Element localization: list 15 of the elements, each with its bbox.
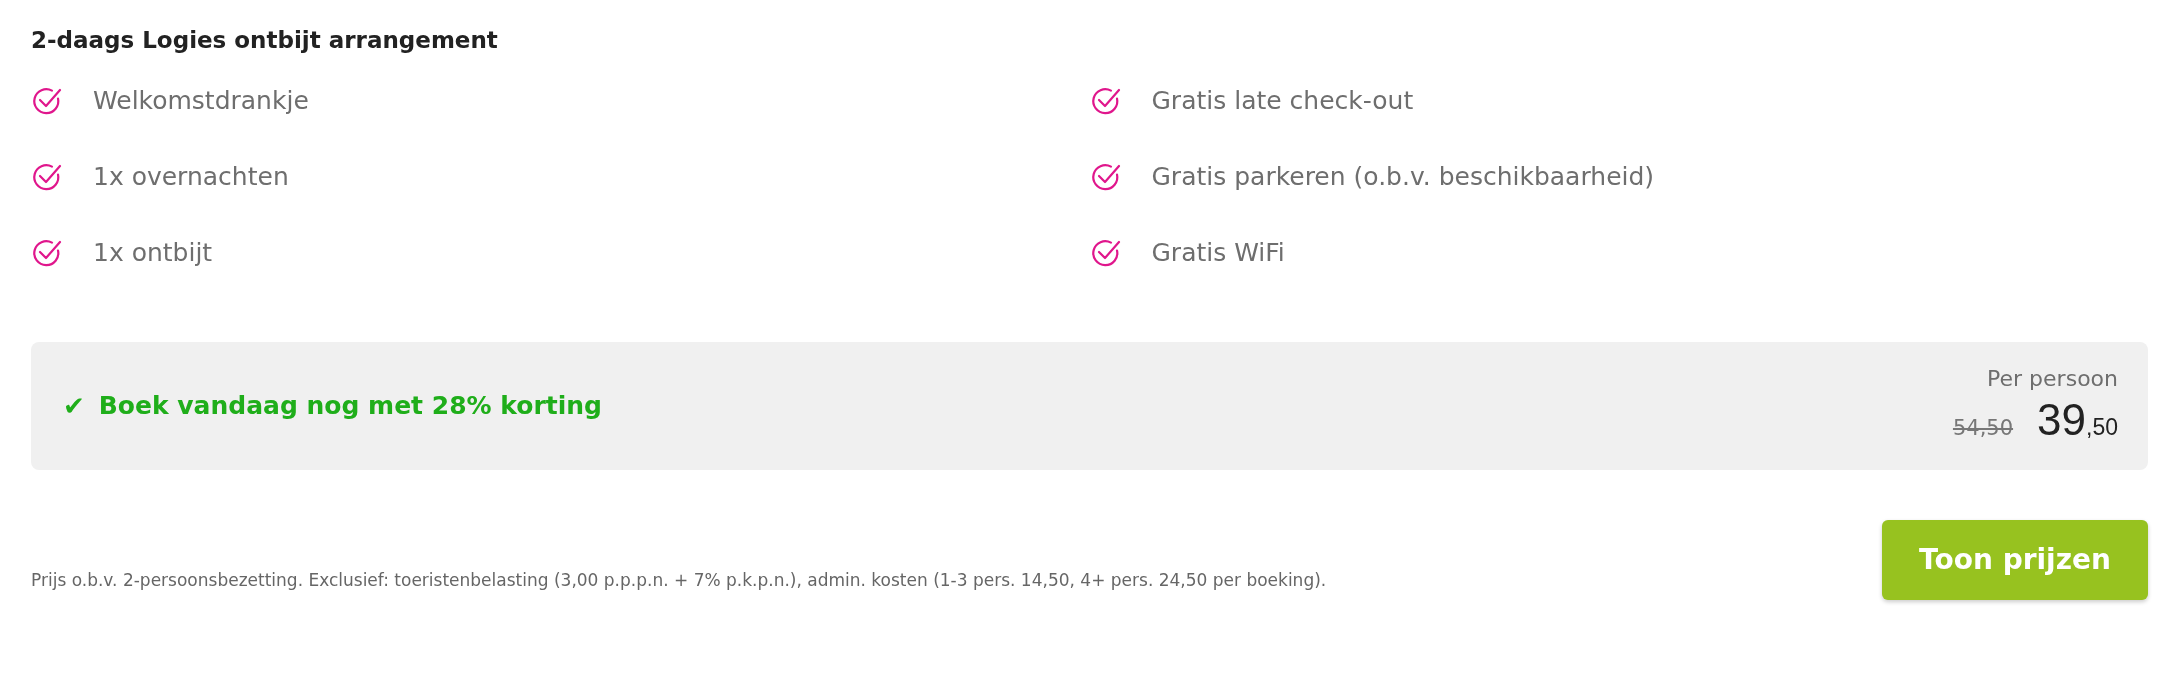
feature-text: Gratis late check-out (1151, 86, 1414, 116)
feature-text: Welkomstdrankje (93, 86, 309, 116)
price-footnote: Prijs o.b.v. 2-persoonsbezetting. Exclusief: toeristenbelasting (3,00 p.p.p.n. + 7% p.k.p.n.), admin. kosten (1-3 pers. 14,50, 4+ pers. 24,50 per boeking). (31, 568, 1327, 590)
price-label: Per persoon (1987, 366, 2118, 392)
package-title: 2-daags Logies ontbijt arrangement (31, 26, 499, 55)
price-amount: 39 (2037, 395, 2086, 446)
feature-text: Gratis parkeren (o.b.v. beschikbaarheid) (1151, 162, 1655, 192)
feature-text: 1x ontbijt (93, 238, 213, 268)
feature-text: 1x overnachten (93, 162, 289, 192)
price-cents: ,50 (2086, 414, 2118, 442)
discount-text: Boek vandaag nog met 28% korting (98, 391, 602, 421)
old-price: 54,50 (1952, 416, 2014, 441)
show-prices-button[interactable]: Toon prijzen (1882, 519, 2148, 600)
check-mark: ✔ (63, 390, 85, 421)
feature-text: Gratis WiFi (1151, 238, 1285, 268)
